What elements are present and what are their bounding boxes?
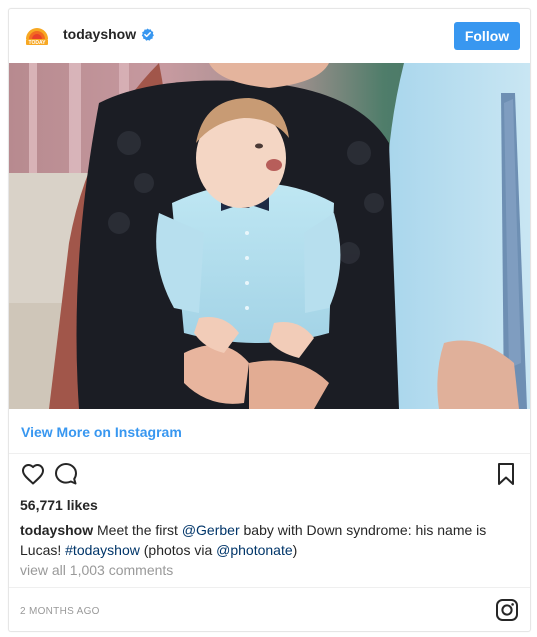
caption-text: (photos via (139, 542, 217, 558)
view-more-section: View More on Instagram (9, 409, 530, 454)
post-username[interactable]: todayshow (63, 26, 155, 42)
post-actions (9, 461, 530, 491)
instagram-icon[interactable] (495, 598, 519, 622)
caption-username[interactable]: todayshow (20, 522, 93, 538)
username-text[interactable]: todayshow (63, 26, 136, 42)
likes-count[interactable]: 56,771 likes (20, 497, 98, 513)
view-more-link[interactable]: View More on Instagram (21, 424, 182, 440)
post-photo[interactable] (9, 63, 530, 409)
follow-button[interactable]: Follow (454, 22, 520, 50)
today-show-logo[interactable]: TODAY (23, 22, 51, 50)
verified-badge-icon (141, 27, 155, 41)
caption-mention-gerber[interactable]: @Gerber (182, 522, 240, 538)
post-footer: 2 MONTHS AGO (9, 587, 530, 633)
caption-text: Meet the first (93, 522, 182, 538)
caption-mention-photonate[interactable]: @photonate (216, 542, 293, 558)
instagram-embed-card: TODAY todayshow Follow View More on Inst… (8, 8, 531, 632)
svg-text:TODAY: TODAY (29, 40, 47, 46)
post-timestamp[interactable]: 2 MONTHS AGO (20, 606, 100, 617)
caption-text: ) (292, 542, 298, 558)
view-all-comments-link[interactable]: view all 1,003 comments (20, 562, 173, 578)
post-caption: todayshow Meet the first @Gerber baby wi… (20, 520, 515, 560)
heart-icon[interactable] (20, 461, 46, 487)
post-image (9, 63, 530, 409)
comment-icon[interactable] (53, 461, 79, 487)
post-header: TODAY todayshow Follow (9, 9, 530, 63)
caption-hashtag[interactable]: #todayshow (65, 542, 140, 558)
bookmark-icon[interactable] (493, 461, 519, 487)
